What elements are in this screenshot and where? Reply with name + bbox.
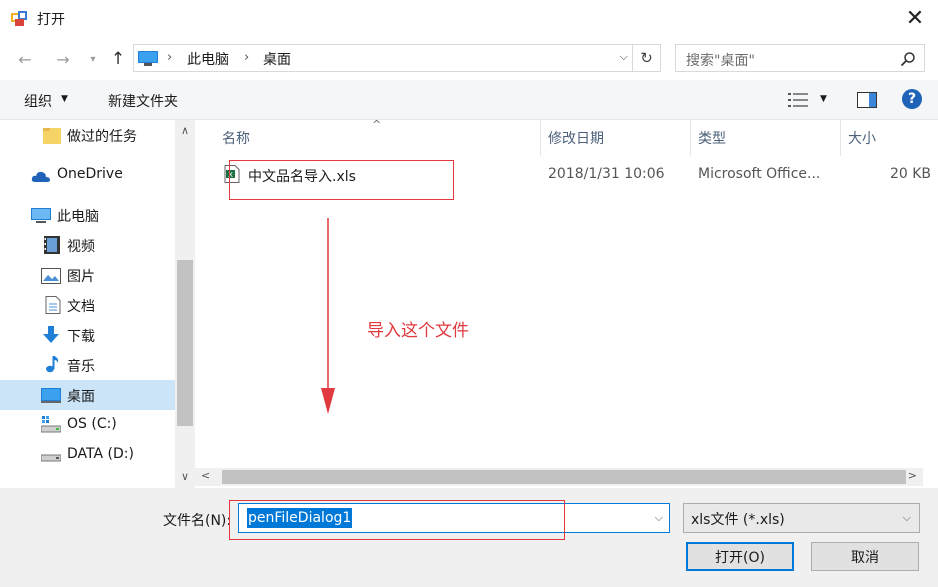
search-placeholder: 搜索"桌面" bbox=[686, 53, 755, 69]
document-icon bbox=[45, 296, 61, 314]
arrow-up-icon: ↑ bbox=[110, 49, 126, 69]
sidebar-item-pictures[interactable]: 图片 bbox=[0, 260, 175, 290]
sidebar-item-tasks[interactable]: 做过的任务 bbox=[0, 120, 175, 150]
horizontal-scrollbar[interactable]: < > bbox=[195, 468, 923, 486]
sidebar-item-desktop[interactable]: 桌面 bbox=[0, 380, 175, 410]
annotation-arrow-icon bbox=[321, 218, 335, 414]
sidebar-scrollbar[interactable]: ∧ ∨ bbox=[175, 120, 195, 488]
sort-ascending-icon: ^ bbox=[372, 118, 382, 131]
download-icon bbox=[43, 326, 59, 343]
organize-button[interactable]: 组织 bbox=[24, 91, 52, 111]
chevron-right-icon[interactable]: > bbox=[908, 469, 917, 482]
search-icon bbox=[900, 52, 915, 67]
cloud-icon bbox=[31, 171, 50, 182]
column-divider[interactable] bbox=[690, 120, 691, 156]
open-button[interactable]: 打开(O) bbox=[686, 542, 794, 571]
recent-locations-button[interactable]: ▾ bbox=[82, 48, 104, 70]
sidebar-item-downloads[interactable]: 下载 bbox=[0, 320, 175, 350]
sidebar-item-this-pc[interactable]: 此电脑 bbox=[0, 200, 175, 230]
scrollbar-thumb[interactable] bbox=[177, 260, 193, 426]
sidebar-item-label: 文档 bbox=[67, 299, 95, 315]
file-size: 20 KB bbox=[889, 166, 931, 182]
column-header-type[interactable]: 类型 bbox=[698, 120, 726, 156]
breadcrumb-item[interactable]: 桌面 bbox=[263, 49, 291, 69]
sidebar-item-onedrive[interactable]: OneDrive bbox=[0, 160, 175, 190]
search-input[interactable]: 搜索"桌面" bbox=[675, 44, 925, 72]
cancel-button[interactable]: 取消 bbox=[811, 542, 919, 571]
drive-icon bbox=[41, 416, 61, 433]
back-button[interactable]: ← bbox=[14, 48, 36, 70]
window-title: 打开 bbox=[37, 12, 65, 28]
chevron-down-icon[interactable]: ⌵ bbox=[903, 511, 911, 525]
arrow-right-icon: → bbox=[56, 49, 70, 69]
sidebar-item-label: 此电脑 bbox=[57, 209, 99, 225]
column-divider[interactable] bbox=[540, 120, 541, 156]
sidebar-item-label: 图片 bbox=[67, 269, 95, 285]
chevron-up-icon[interactable]: ∧ bbox=[175, 124, 195, 137]
drive-icon bbox=[41, 454, 61, 462]
refresh-icon: ↻ bbox=[640, 49, 653, 67]
up-button[interactable]: ↑ bbox=[107, 48, 129, 70]
desktop-icon bbox=[138, 51, 158, 66]
folder-icon bbox=[43, 128, 61, 144]
sidebar-item-music[interactable]: 音乐 bbox=[0, 350, 175, 380]
chevron-left-icon[interactable]: < bbox=[201, 469, 210, 482]
sidebar-item-label: 视频 bbox=[67, 239, 95, 255]
breadcrumb-separator[interactable]: › bbox=[244, 50, 249, 65]
sidebar-item-label: 桌面 bbox=[67, 389, 95, 405]
chevron-down-icon[interactable]: ▼ bbox=[61, 94, 68, 104]
sidebar-item-label: OS (C:) bbox=[67, 416, 117, 432]
view-options-icon[interactable] bbox=[788, 92, 808, 108]
chevron-down-icon: ▾ bbox=[90, 53, 96, 65]
toolbar: 组织 ▼ 新建文件夹 ▼ ? bbox=[0, 80, 938, 120]
chevron-down-icon[interactable]: ▼ bbox=[820, 94, 827, 104]
chevron-down-icon[interactable]: ⌵ bbox=[620, 50, 628, 64]
annotation-highlight-file bbox=[229, 160, 454, 200]
help-icon: ? bbox=[907, 91, 917, 107]
sidebar-item-label: 下载 bbox=[67, 329, 95, 345]
help-button[interactable]: ? bbox=[902, 89, 922, 109]
close-icon: ✕ bbox=[905, 5, 925, 31]
file-modified: 2018/1/31 10:06 bbox=[548, 166, 665, 182]
app-icon bbox=[11, 11, 27, 26]
scrollbar-thumb[interactable] bbox=[222, 470, 906, 484]
sidebar-item-drive-d[interactable]: DATA (D:) bbox=[0, 440, 175, 470]
sidebar-item-label: 做过的任务 bbox=[67, 129, 137, 145]
title-bar: 打开 ✕ bbox=[0, 0, 938, 36]
sidebar-item-drive-c[interactable]: OS (C:) bbox=[0, 410, 175, 440]
sidebar-item-label: 音乐 bbox=[67, 359, 95, 375]
preview-pane-icon[interactable] bbox=[857, 92, 877, 108]
computer-icon bbox=[31, 208, 51, 223]
column-header-name[interactable]: 名称 bbox=[222, 120, 250, 156]
breadcrumb-item[interactable]: 此电脑 bbox=[187, 49, 229, 69]
music-icon bbox=[46, 356, 59, 373]
navigation-pane: 做过的任务 OneDrive 此电脑 视频 图片 文档 下载 音乐 桌面 OS … bbox=[0, 120, 195, 488]
annotation-text: 导入这个文件 bbox=[367, 321, 469, 341]
picture-icon bbox=[41, 268, 61, 284]
sidebar-item-label: OneDrive bbox=[57, 166, 123, 182]
close-button[interactable]: ✕ bbox=[892, 0, 938, 36]
file-type-select[interactable]: xls文件 (*.xls) ⌵ bbox=[683, 503, 920, 533]
chevron-down-icon[interactable]: ∨ bbox=[175, 470, 195, 483]
refresh-button[interactable]: ↻ bbox=[633, 44, 661, 72]
desktop-icon bbox=[41, 388, 61, 403]
arrow-left-icon: ← bbox=[18, 49, 32, 69]
filename-label: 文件名(N): bbox=[163, 513, 232, 529]
chevron-down-icon[interactable]: ⌵ bbox=[655, 511, 663, 525]
new-folder-button[interactable]: 新建文件夹 bbox=[108, 91, 178, 111]
forward-button[interactable]: → bbox=[52, 48, 74, 70]
sidebar-item-documents[interactable]: 文档 bbox=[0, 290, 175, 320]
sidebar-item-videos[interactable]: 视频 bbox=[0, 230, 175, 260]
column-header-modified[interactable]: 修改日期 bbox=[548, 120, 604, 156]
column-divider[interactable] bbox=[840, 120, 841, 156]
breadcrumb-separator[interactable]: › bbox=[167, 50, 172, 65]
video-icon bbox=[44, 236, 60, 254]
sidebar-item-label: DATA (D:) bbox=[67, 446, 134, 462]
annotation-highlight-filename bbox=[229, 500, 565, 540]
address-bar[interactable]: › 此电脑 › 桌面 ⌵ bbox=[133, 44, 633, 72]
column-header-size[interactable]: 大小 bbox=[848, 120, 876, 156]
file-type-value: xls文件 (*.xls) bbox=[691, 512, 785, 528]
file-type: Microsoft Office... bbox=[698, 166, 821, 182]
